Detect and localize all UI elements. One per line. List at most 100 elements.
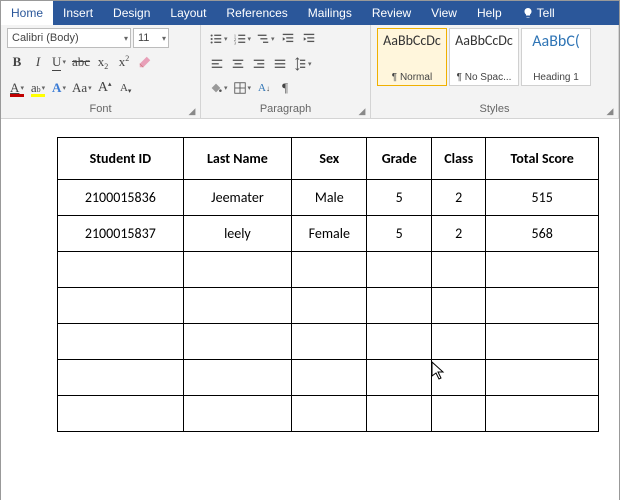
tab-design[interactable]: Design xyxy=(103,1,160,25)
table-cell[interactable] xyxy=(292,396,367,432)
table-cell[interactable] xyxy=(292,360,367,396)
table-cell[interactable] xyxy=(432,324,486,360)
table-cell[interactable]: 2100015837 xyxy=(58,216,184,252)
font-color-button[interactable]: A▾ xyxy=(7,78,27,98)
table-row[interactable] xyxy=(58,252,599,288)
table-cell[interactable] xyxy=(292,252,367,288)
table-cell[interactable] xyxy=(367,288,432,324)
table-row[interactable] xyxy=(58,288,599,324)
grow-font-button[interactable]: A▴ xyxy=(95,78,115,98)
table-cell[interactable] xyxy=(183,252,292,288)
table-cell[interactable] xyxy=(183,360,292,396)
show-hide-button[interactable] xyxy=(275,78,295,98)
numbering-button[interactable]: 123▾ xyxy=(231,29,254,49)
tab-insert[interactable]: Insert xyxy=(53,1,103,25)
table-cell[interactable]: leely xyxy=(183,216,292,252)
table-cell[interactable] xyxy=(58,360,184,396)
subscript-button[interactable]: x2 xyxy=(93,52,113,72)
align-right-button[interactable] xyxy=(249,54,269,74)
table-row[interactable]: 2100015837leelyFemale52568 xyxy=(58,216,599,252)
table-cell[interactable] xyxy=(367,252,432,288)
strikethrough-button[interactable]: abc xyxy=(70,52,92,72)
table-cell[interactable] xyxy=(486,288,599,324)
tab-help[interactable]: Help xyxy=(467,1,512,25)
table-row[interactable] xyxy=(58,396,599,432)
underline-button[interactable]: U▾ xyxy=(49,52,69,72)
style-normal[interactable]: AaBbCcDc ¶ Normal xyxy=(377,28,447,86)
tell-me[interactable]: Tell xyxy=(512,1,565,25)
italic-button[interactable]: I xyxy=(28,52,48,72)
align-left-button[interactable] xyxy=(207,54,227,74)
table-cell[interactable] xyxy=(432,360,486,396)
student-table[interactable]: Student ID Last Name Sex Grade Class Tot… xyxy=(57,137,599,432)
shrink-font-button[interactable]: A▾ xyxy=(116,78,136,98)
col-total-score[interactable]: Total Score xyxy=(486,138,599,180)
table-cell[interactable]: 515 xyxy=(486,180,599,216)
text-effects-button[interactable]: A▾ xyxy=(49,78,69,98)
table-cell[interactable]: Male xyxy=(292,180,367,216)
table-cell[interactable] xyxy=(183,324,292,360)
tab-review[interactable]: Review xyxy=(362,1,421,25)
font-dialog-launcher[interactable]: ◢ xyxy=(186,105,198,117)
superscript-button[interactable]: x2 xyxy=(114,52,134,72)
col-grade[interactable]: Grade xyxy=(367,138,432,180)
change-case-button[interactable]: Aa▾ xyxy=(70,78,94,98)
table-cell[interactable] xyxy=(432,396,486,432)
table-cell[interactable]: 2 xyxy=(432,216,486,252)
style-no-spacing[interactable]: AaBbCcDc ¶ No Spac... xyxy=(449,28,519,86)
sort-button[interactable]: A↓ xyxy=(254,78,274,98)
tab-layout[interactable]: Layout xyxy=(160,1,216,25)
borders-button[interactable]: ▾ xyxy=(231,78,254,98)
table-row[interactable] xyxy=(58,360,599,396)
highlight-button[interactable]: ab▾ xyxy=(28,78,48,98)
col-class[interactable]: Class xyxy=(432,138,486,180)
table-cell[interactable] xyxy=(58,252,184,288)
table-cell[interactable]: 5 xyxy=(367,216,432,252)
bold-button[interactable]: B xyxy=(7,52,27,72)
table-header-row[interactable]: Student ID Last Name Sex Grade Class Tot… xyxy=(58,138,599,180)
table-cell[interactable]: 2 xyxy=(432,180,486,216)
table-cell[interactable] xyxy=(432,288,486,324)
table-cell[interactable]: Jeemater xyxy=(183,180,292,216)
col-student-id[interactable]: Student ID xyxy=(58,138,184,180)
paragraph-dialog-launcher[interactable]: ◢ xyxy=(356,105,368,117)
bullets-button[interactable]: ▾ xyxy=(207,29,230,49)
align-center-button[interactable] xyxy=(228,54,248,74)
styles-dialog-launcher[interactable]: ◢ xyxy=(604,105,616,117)
table-row[interactable] xyxy=(58,324,599,360)
tab-references[interactable]: References xyxy=(216,1,297,25)
tab-view[interactable]: View xyxy=(421,1,467,25)
table-cell[interactable] xyxy=(183,396,292,432)
font-name-combo[interactable]: Calibri (Body) ▾ xyxy=(7,28,131,48)
table-cell[interactable]: 2100015836 xyxy=(58,180,184,216)
table-cell[interactable] xyxy=(292,324,367,360)
col-last-name[interactable]: Last Name xyxy=(183,138,292,180)
table-cell[interactable] xyxy=(58,288,184,324)
table-cell[interactable] xyxy=(432,252,486,288)
table-cell[interactable]: 568 xyxy=(486,216,599,252)
table-cell[interactable] xyxy=(486,396,599,432)
table-cell[interactable]: Female xyxy=(292,216,367,252)
document-area[interactable]: Student ID Last Name Sex Grade Class Tot… xyxy=(1,119,619,501)
col-sex[interactable]: Sex xyxy=(292,138,367,180)
justify-button[interactable] xyxy=(270,54,290,74)
table-cell[interactable] xyxy=(486,324,599,360)
tab-mailings[interactable]: Mailings xyxy=(298,1,362,25)
table-cell[interactable]: 5 xyxy=(367,180,432,216)
table-cell[interactable] xyxy=(292,288,367,324)
table-cell[interactable] xyxy=(486,360,599,396)
table-cell[interactable] xyxy=(367,396,432,432)
table-cell[interactable] xyxy=(367,360,432,396)
table-cell[interactable] xyxy=(486,252,599,288)
table-cell[interactable] xyxy=(367,324,432,360)
tab-home[interactable]: Home xyxy=(1,1,53,25)
clear-formatting-button[interactable] xyxy=(135,52,155,72)
table-cell[interactable] xyxy=(183,288,292,324)
table-cell[interactable] xyxy=(58,396,184,432)
decrease-indent-button[interactable] xyxy=(278,29,298,49)
line-spacing-button[interactable]: ▾ xyxy=(291,54,314,74)
multilevel-list-button[interactable]: ▾ xyxy=(254,29,277,49)
table-row[interactable]: 2100015836JeematerMale52515 xyxy=(58,180,599,216)
style-heading-1[interactable]: AaBbC( Heading 1 xyxy=(521,28,591,86)
increase-indent-button[interactable] xyxy=(299,29,319,49)
